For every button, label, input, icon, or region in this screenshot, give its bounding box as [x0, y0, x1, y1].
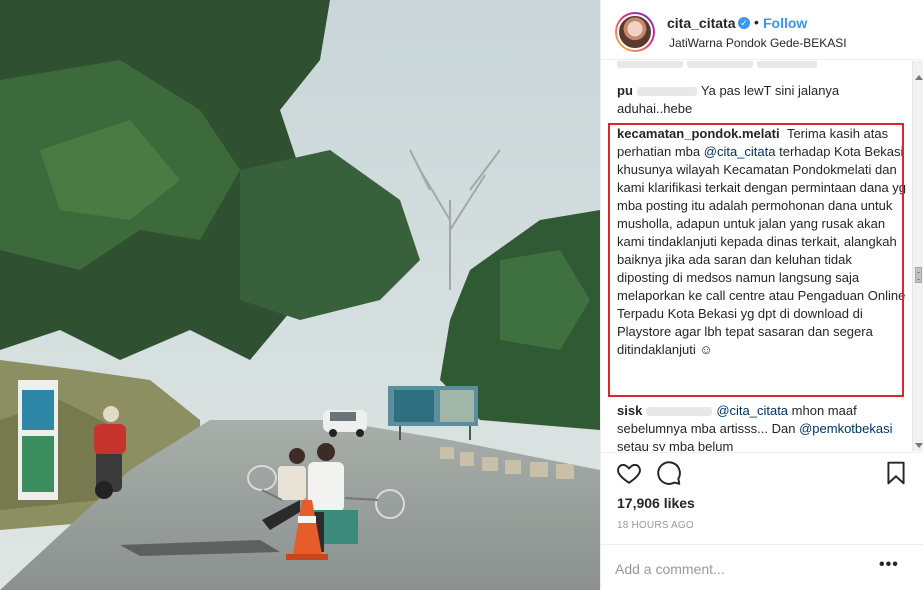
scroll-thumb[interactable] — [915, 267, 922, 283]
redacted-username — [646, 407, 713, 417]
comment-item: pu Ya pas lewT sini jalanya aduhai..hebe — [617, 82, 907, 118]
post-location[interactable]: JatiWarna Pondok Gede-BEKASI — [669, 36, 847, 50]
scroll-up-arrow-icon[interactable] — [915, 75, 923, 80]
bookmark-outline-icon[interactable] — [883, 460, 909, 486]
comment-mention[interactable]: @cita_citata — [704, 144, 776, 159]
post-timestamp[interactable]: 18 HOURS AGO — [617, 520, 694, 531]
comments-list[interactable]: pu Ya pas lewT sini jalanya aduhai..hebe … — [601, 61, 923, 451]
ellipsis-icon[interactable]: ••• — [879, 557, 901, 579]
scroll-down-arrow-icon[interactable] — [915, 443, 923, 448]
comment-username[interactable]: sisk — [617, 403, 642, 418]
add-comment-input[interactable] — [615, 557, 865, 581]
avatar[interactable] — [615, 12, 655, 52]
heart-outline-icon[interactable] — [616, 460, 642, 486]
comment-text-after: setau sy mba belum — [617, 439, 734, 451]
add-comment-bar: ••• — [601, 544, 923, 590]
likes-count[interactable]: 17,906 likes — [617, 495, 695, 511]
verified-badge-icon: ✓ — [738, 17, 750, 29]
speech-bubble-icon[interactable] — [656, 460, 682, 486]
post-actions: 17,906 likes 18 HOURS AGO ••• — [601, 452, 923, 590]
separator-dot: • — [754, 14, 759, 30]
comment-username[interactable]: pu — [617, 83, 633, 98]
comments-scrollbar[interactable] — [912, 61, 923, 451]
comment-username[interactable]: kecamatan_pondok.melati — [617, 126, 780, 141]
comment-partial — [617, 61, 907, 72]
redacted-username — [636, 87, 697, 97]
comment-mention[interactable]: @cita_citata — [716, 403, 788, 418]
comment-mention-2[interactable]: @pemkotbekasi — [799, 421, 892, 436]
cropped-text — [617, 61, 683, 69]
comment-item: sisk @cita_citata mhon maaf sebelumnya mb… — [617, 402, 907, 451]
follow-button[interactable]: Follow — [763, 15, 807, 31]
post-header: cita_citata ✓ • Follow JatiWarna Pondok … — [601, 0, 923, 60]
post-photo[interactable] — [0, 0, 600, 590]
comment-text-after: terhadap Kota Bekasi khusunya wilayah Ke… — [617, 144, 907, 357]
post-username[interactable]: cita_citata — [667, 15, 735, 31]
road-scene-image — [0, 0, 600, 590]
post-side-panel: cita_citata ✓ • Follow JatiWarna Pondok … — [600, 0, 923, 590]
comment-item-highlighted: kecamatan_pondok.melati Terima kasih ata… — [617, 125, 907, 359]
